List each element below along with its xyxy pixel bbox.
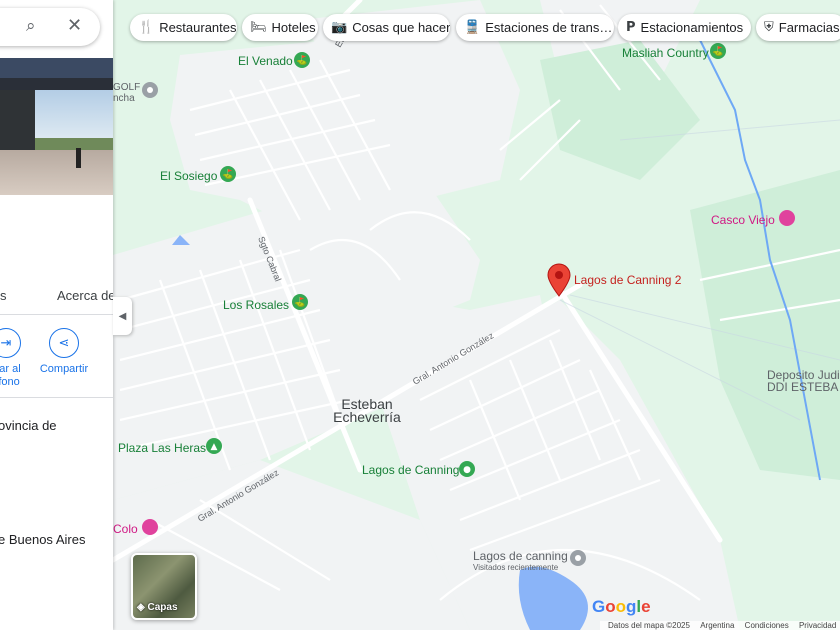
place-photo[interactable] (0, 58, 113, 195)
label-los-rosales[interactable]: Los Rosales (223, 298, 289, 312)
region-text: e Buenos Aires (0, 532, 86, 547)
label-colo[interactable]: Colo (113, 522, 138, 536)
place-panel: ⌕ ✕ s Acerca de ⇥ viar al éfono ⋖ Compar… (0, 0, 113, 630)
label-visitados: Visitados recientemente (473, 563, 559, 572)
filter-chip-farmacias[interactable]: ⛨ Farmacias (756, 14, 840, 41)
divider (0, 397, 113, 398)
label-golf-2: ncha (113, 93, 135, 104)
label-pin-lagos-de-canning-2[interactable]: Lagos de Canning 2 (574, 273, 682, 287)
search-icon[interactable]: ⌕ (26, 16, 36, 36)
transit-icon: 🚆 (464, 20, 481, 35)
filter-chip-estaciones[interactable]: 🚆 Estaciones de trans… (456, 14, 614, 41)
restaurant-icon: 🍴 (138, 20, 155, 35)
label-lagos-de-canning-lower[interactable]: Lagos de canning (473, 549, 568, 563)
golf-icon: ⛳ (296, 54, 307, 66)
filter-chip-restaurantes[interactable]: 🍴 Restaurantes (130, 14, 237, 41)
close-icon[interactable]: ✕ (67, 15, 82, 36)
filter-chip-cosas[interactable]: 📷 Cosas que hacer (323, 14, 450, 41)
layers-button[interactable]: ◈ Capas (131, 553, 197, 620)
privacy-link[interactable]: Privacidad (799, 621, 836, 630)
camera-icon: 📷 (331, 20, 348, 35)
golf-icon: ⛳ (294, 296, 305, 308)
collapse-panel-button[interactable]: ◀ (113, 297, 132, 335)
label-masliah-country[interactable]: Masliah Country (622, 46, 709, 60)
panel-tabs: s Acerca de (0, 280, 113, 315)
filter-chip-hoteles[interactable]: 🛏 Hoteles (242, 14, 318, 41)
tab-acerca-de[interactable]: Acerca de (57, 288, 113, 303)
golf-icon: ⛳ (222, 168, 233, 180)
label-echeverria: Echeverría (333, 409, 401, 425)
phone-icon: ⇥ (0, 328, 21, 358)
layers-icon: ◈ (137, 602, 145, 613)
label-lagos-de-canning[interactable]: Lagos de Canning (362, 463, 459, 477)
golf-icon: ⛳ (712, 45, 723, 57)
send-to-phone-button[interactable]: ⇥ viar al éfono (0, 328, 26, 389)
park-icon: ▲ (211, 442, 218, 452)
filter-chip-estacionamientos[interactable]: P Estacionamientos (618, 14, 751, 41)
address-text: ovincia de (0, 418, 57, 433)
map-data-credit: Datos del mapa ©2025 (608, 621, 690, 630)
place-icon: ● (463, 465, 471, 475)
chevron-left-icon: ◀ (118, 310, 127, 322)
label-deposito-2: DDI ESTEBA (767, 380, 838, 394)
label-casco-viejo[interactable]: Casco Viejo (711, 213, 775, 227)
tab-reviews[interactable]: s (0, 288, 7, 303)
parking-icon: P (626, 20, 636, 35)
terms-link[interactable]: Condiciones (745, 621, 789, 630)
share-button[interactable]: ⋖ Compartir (38, 328, 90, 375)
map-footer: Datos del mapa ©2025 Argentina Condicion… (600, 621, 840, 630)
label-el-sosiego[interactable]: El Sosiego (160, 169, 218, 183)
pharmacy-icon: ⛨ (764, 20, 774, 35)
country-link[interactable]: Argentina (700, 621, 734, 630)
label-el-venado[interactable]: El Venado (238, 54, 293, 68)
share-icon: ⋖ (49, 328, 79, 358)
google-logo: Google (592, 597, 651, 616)
hotel-icon: 🛏 (250, 20, 267, 35)
label-plaza-las-heras[interactable]: Plaza Las Heras (118, 441, 206, 455)
label-golf: GOLF (113, 82, 140, 93)
search-box[interactable]: ⌕ ✕ (0, 8, 100, 46)
